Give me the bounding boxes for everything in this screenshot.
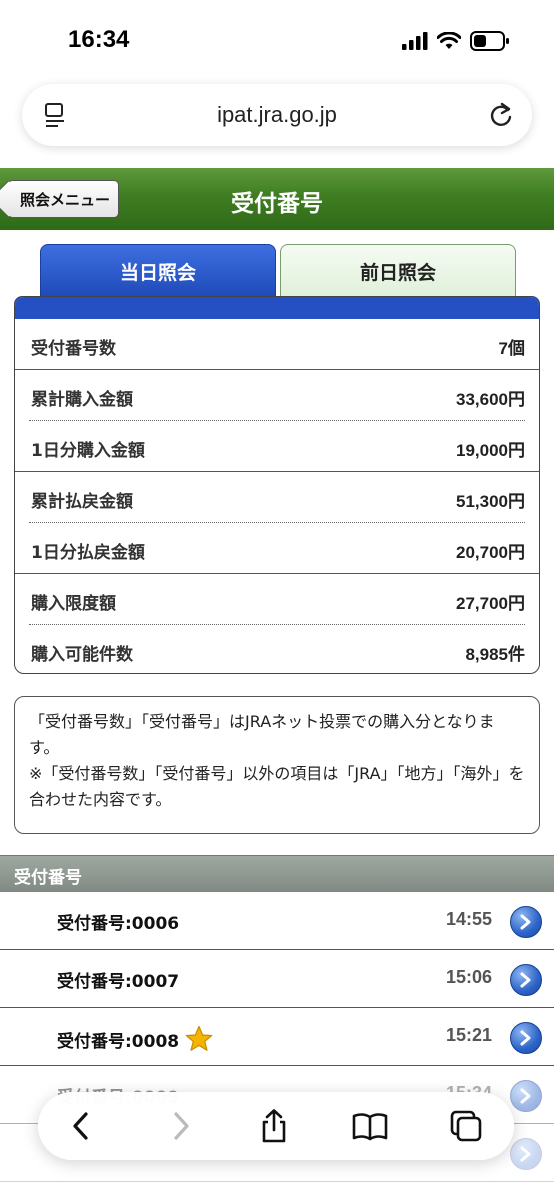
receipt-time: 15:21: [445, 1025, 492, 1045]
receipt-label-wrap: 受付番号:0008: [57, 1025, 213, 1053]
summary-label: 購入可能件数: [31, 645, 133, 665]
tab-today[interactable]: 当日照会: [40, 244, 276, 298]
url-text[interactable]: ipat.jra.go.jp: [22, 102, 532, 128]
star-icon: [185, 1025, 213, 1051]
bookmarks-icon[interactable]: [352, 1108, 388, 1144]
summary-row-purchase-limit: 購入限度額 27,700円: [15, 574, 539, 624]
summary-label: 累計払戻金額: [31, 492, 133, 512]
value-unit: 円: [508, 594, 525, 614]
status-time: 16:34: [68, 26, 130, 53]
note-line-2: ※「受付番号数」「受付番号」以外の項目は「JRA」「地方」「海外」を合わせた内容…: [29, 764, 525, 809]
receipt-row[interactable]: 受付番号:0008 15:21: [0, 1008, 554, 1066]
summary-label: 1日分払戻金額: [31, 543, 145, 563]
value-number: 20,700: [456, 543, 508, 562]
summary-value: 33,600円: [456, 385, 525, 410]
summary-value: 7個: [499, 334, 525, 359]
section-title: 受付番号: [14, 868, 82, 888]
info-note: 「受付番号数」「受付番号」はJRAネット投票での購入分となります。 ※「受付番号…: [14, 696, 540, 834]
chevron-right-icon[interactable]: [510, 1080, 542, 1112]
status-bar: 16:34: [0, 0, 554, 80]
summary-value: 19,000円: [456, 436, 525, 461]
summary-label: 1日分購入金額: [31, 441, 145, 461]
receipt-label: 受付番号:0007: [57, 972, 180, 992]
reload-icon[interactable]: [488, 101, 514, 129]
value-unit: 件: [508, 645, 525, 665]
chevron-right-icon[interactable]: [510, 906, 542, 938]
back-icon[interactable]: [64, 1108, 100, 1144]
value-unit: 円: [508, 390, 525, 410]
note-line-1: 「受付番号数」「受付番号」はJRAネット投票での購入分となります。: [29, 712, 495, 757]
summary-row-available-count: 購入可能件数 8,985件: [15, 625, 539, 673]
share-icon[interactable]: [256, 1108, 292, 1144]
chevron-right-icon[interactable]: [510, 1138, 542, 1170]
summary-row-receipt-count: 受付番号数 7個: [15, 319, 539, 369]
battery-icon: [470, 31, 509, 51]
value-number: 7: [498, 339, 508, 358]
value-number: 27,700: [456, 594, 508, 613]
wifi-icon: [437, 32, 461, 49]
receipt-time: 14:55: [445, 909, 492, 929]
address-bar[interactable]: ipat.jra.go.jp: [22, 84, 532, 146]
signal-icon: [402, 32, 428, 50]
receipt-row[interactable]: 受付番号:0006 14:55: [0, 892, 554, 950]
summary-row-total-purchase: 累計購入金額 33,600円: [15, 370, 539, 420]
status-icons: [402, 30, 510, 52]
receipt-label: 受付番号:0006: [57, 914, 180, 934]
value-unit: 円: [508, 543, 525, 563]
chevron-right-icon[interactable]: [510, 1022, 542, 1054]
value-number: 51,300: [456, 492, 508, 511]
summary-row-daily-payout: 1日分払戻金額 20,700円: [15, 523, 539, 573]
summary-row-daily-purchase: 1日分購入金額 19,000円: [15, 421, 539, 471]
summary-value: 51,300円: [456, 487, 525, 512]
summary-value: 27,700円: [456, 589, 525, 614]
receipt-row[interactable]: 受付番号:0007 15:06: [0, 950, 554, 1008]
summary-label: 受付番号数: [31, 339, 116, 359]
summary-row-total-payout: 累計払戻金額 51,300円: [15, 472, 539, 522]
receipts-section-header: 受付番号: [0, 855, 554, 893]
value-unit: 円: [508, 441, 525, 461]
value-unit: 個: [508, 339, 525, 359]
forward-icon[interactable]: [162, 1108, 198, 1144]
value-number: 19,000: [456, 441, 508, 460]
receipt-label: 受付番号:0008: [57, 1032, 180, 1052]
summary-table: 受付番号数 7個 累計購入金額 33,600円 1日分購入金額 19,000円 …: [14, 296, 540, 674]
tabs-icon[interactable]: [448, 1108, 484, 1144]
browser-toolbar: [38, 1092, 514, 1160]
chevron-right-icon[interactable]: [510, 964, 542, 996]
receipt-time: 15:06: [445, 967, 492, 987]
summary-value: 20,700円: [456, 538, 525, 563]
value-unit: 円: [508, 492, 525, 512]
page-header: 照会メニュー 受付番号: [0, 168, 554, 230]
summary-label: 購入限度額: [31, 594, 116, 614]
summary-label: 累計購入金額: [31, 390, 133, 410]
summary-value: 8,985件: [465, 640, 525, 665]
value-number: 8,985: [465, 645, 508, 664]
tab-band: [15, 297, 539, 319]
value-number: 33,600: [456, 390, 508, 409]
page-title: 受付番号: [231, 191, 323, 217]
tab-yesterday[interactable]: 前日照会: [280, 244, 516, 298]
